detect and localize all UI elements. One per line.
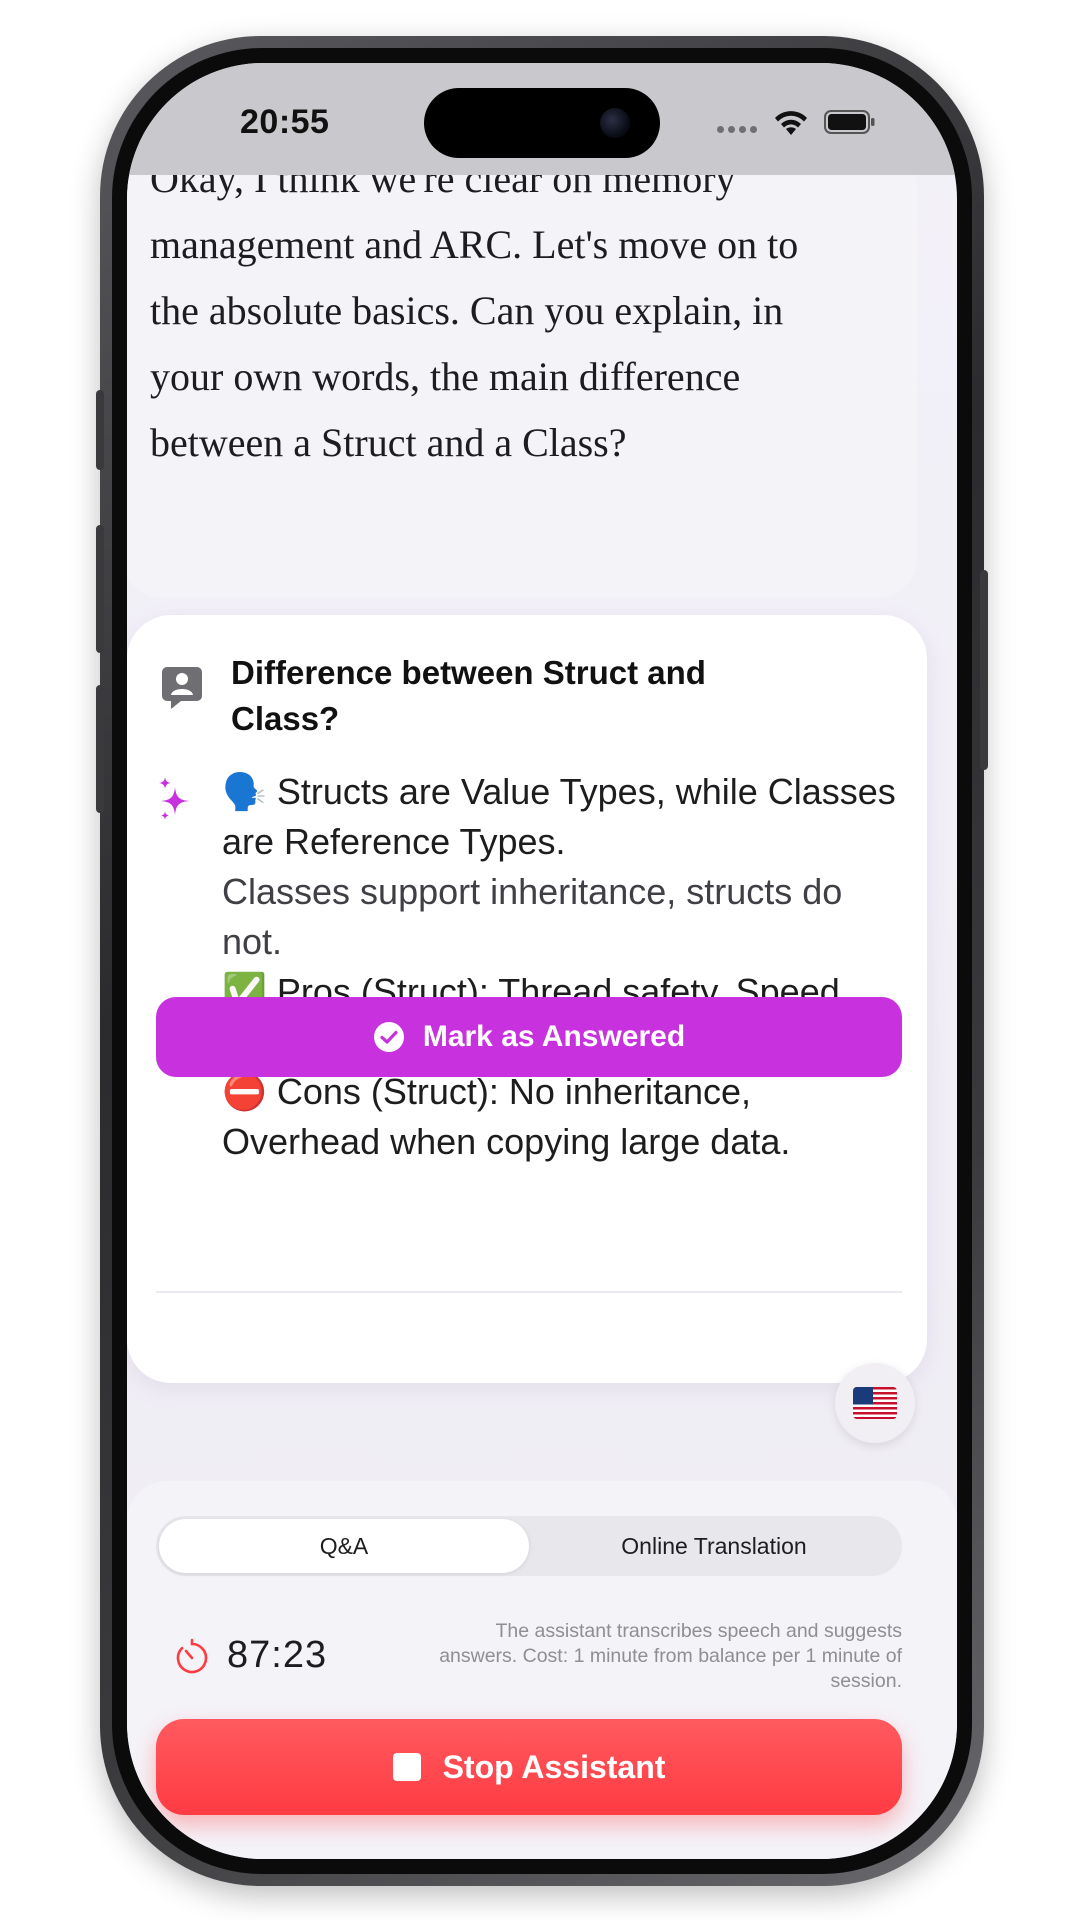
stop-assistant-label: Stop Assistant	[442, 1748, 666, 1785]
camera-icon	[600, 108, 630, 138]
tab-online-translation[interactable]: Online Translation	[529, 1519, 899, 1573]
volume-up-button	[96, 525, 104, 653]
assistant-info-text: The assistant transcribes speech and sug…	[439, 1620, 902, 1692]
card-divider	[156, 1291, 902, 1293]
wifi-icon	[775, 111, 807, 135]
volume-down-button	[96, 685, 104, 813]
screen: Okay, I think we're clear on memory mana…	[127, 63, 957, 1859]
sparkle-icon	[159, 777, 189, 820]
answer-line: ⛔ Cons (Struct): No inheritance, Overhea…	[222, 1071, 791, 1162]
stop-square-icon	[392, 1753, 421, 1781]
us-flag-icon	[853, 1387, 897, 1419]
status-time: 20:55	[240, 103, 330, 141]
language-flag-button[interactable]	[835, 1363, 915, 1443]
action-button	[96, 390, 104, 470]
mode-segmented-control: Q&A Online Translation	[156, 1516, 902, 1576]
power-button	[980, 570, 988, 770]
transcript-panel: Okay, I think we're clear on memory mana…	[127, 148, 917, 598]
bottom-panel: Q&A Online Translation 87:23 The assista…	[127, 1481, 957, 1859]
stop-assistant-button[interactable]: Stop Assistant	[156, 1719, 902, 1815]
session-timer: 87:23	[227, 1634, 328, 1676]
battery-icon	[824, 110, 875, 134]
status-bar: 20:55	[127, 63, 957, 175]
timer-icon	[176, 1638, 208, 1674]
question-title: Difference between Struct and Class?	[231, 654, 706, 737]
mark-as-answered-button[interactable]: Mark as Answered	[156, 997, 902, 1077]
dynamic-island	[424, 88, 660, 158]
answer-line: 🗣️ Structs are Value Types, while Classe…	[222, 771, 896, 862]
tab-qa[interactable]: Q&A	[159, 1519, 529, 1573]
suggested-answer: 🗣️ Structs are Value Types, while Classe…	[222, 767, 902, 1167]
mark-as-answered-label: Mark as Answered	[422, 1020, 686, 1053]
signal-dots-icon	[717, 126, 761, 136]
check-circle-icon	[373, 1022, 404, 1052]
transcript-text: Okay, I think we're clear on memory mana…	[150, 156, 799, 465]
question-person-icon	[162, 667, 202, 709]
answer-line: Classes support inheritance, structs do …	[222, 871, 843, 962]
